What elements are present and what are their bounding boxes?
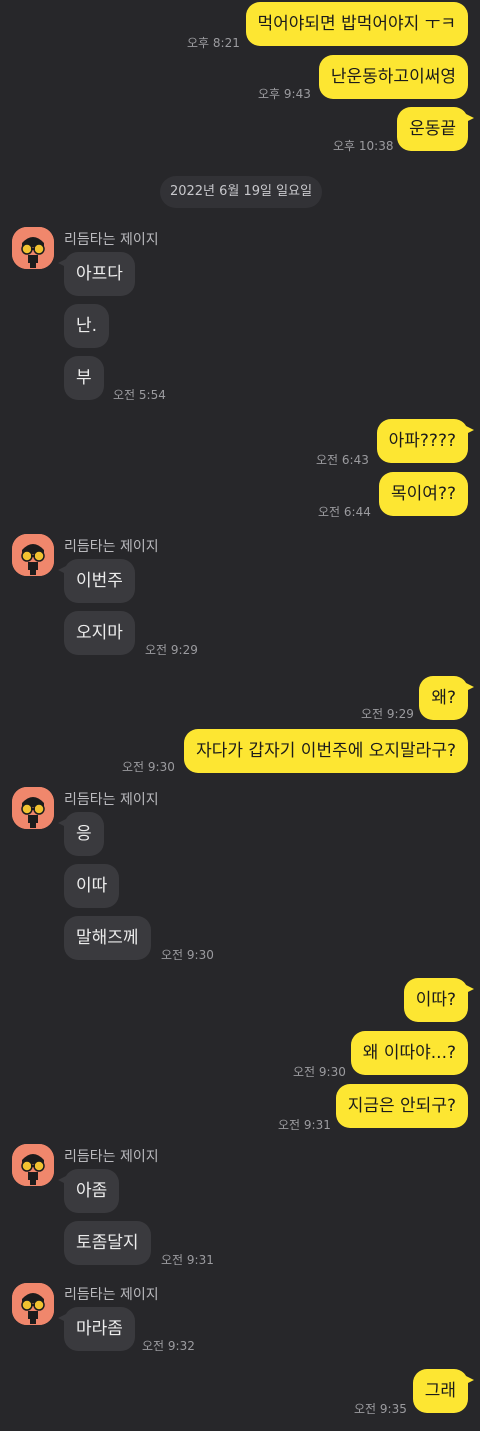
message-time: 오후 10:38 — [333, 139, 394, 153]
sender-name: 리듬타는 제이지 — [64, 792, 159, 808]
message-bubble-received[interactable]: 말해즈께 — [64, 916, 151, 960]
sender-name: 리듬타는 제이지 — [64, 1149, 159, 1165]
message-bubble-sent[interactable]: 난운동하고이써영 — [318, 55, 468, 99]
message-time: 오전 5:54 — [113, 388, 166, 402]
message-bubble-sent[interactable]: 왜 이따야...? — [350, 1031, 468, 1075]
message-bubble-sent[interactable]: 목이여?? — [379, 472, 468, 516]
message-bubble-received[interactable]: 마라좀 — [58, 1307, 135, 1351]
message-time: 오전 9:30 — [293, 1065, 346, 1079]
message-bubble-received[interactable]: 응 — [58, 812, 104, 856]
sender-avatar[interactable] — [12, 227, 54, 269]
message-time: 오전 9:32 — [142, 1339, 195, 1353]
message-bubble-sent[interactable]: 지금은 안되구? — [335, 1084, 468, 1128]
message-bubble-sent[interactable]: 왜? — [419, 676, 474, 720]
message-bubble-sent[interactable]: 아파???? — [376, 419, 475, 463]
character-avatar-icon — [12, 1283, 54, 1325]
sender-avatar[interactable] — [12, 1283, 54, 1325]
message-bubble-sent[interactable]: 이따? — [403, 978, 475, 1022]
message-bubble-received[interactable]: 오지마 — [64, 611, 135, 655]
sender-name: 리듬타는 제이지 — [64, 1287, 159, 1303]
message-time: 오전 9:31 — [161, 1253, 214, 1267]
message-time: 오전 9:30 — [161, 948, 214, 962]
message-time: 오후 8:21 — [187, 36, 240, 50]
message-bubble-received[interactable]: 이번주 — [58, 559, 135, 603]
message-bubble-sent[interactable]: 먹어야되면 밥먹어야지 ㅜㅋ — [245, 2, 468, 46]
message-bubble-received[interactable]: 이따 — [64, 864, 120, 908]
sender-avatar[interactable] — [12, 787, 54, 829]
character-avatar-icon — [12, 1144, 54, 1186]
message-bubble-received[interactable]: 아좀 — [57, 1169, 120, 1213]
sender-name: 리듬타는 제이지 — [64, 539, 159, 555]
character-avatar-icon — [12, 227, 54, 269]
message-bubble-received[interactable]: 토좀달지 — [64, 1221, 151, 1265]
sender-name: 리듬타는 제이지 — [64, 232, 159, 248]
message-time: 오후 9:43 — [258, 87, 311, 101]
character-avatar-icon — [12, 534, 54, 576]
character-avatar-icon — [12, 787, 54, 829]
message-time: 오전 6:43 — [316, 453, 369, 467]
message-time: 오전 9:30 — [122, 760, 175, 774]
message-bubble-sent[interactable]: 자다가 갑자기 이번주에 오지말라구? — [184, 729, 468, 773]
message-time: 오전 9:29 — [361, 707, 414, 721]
message-bubble-received[interactable]: 아프다 — [58, 252, 135, 296]
message-bubble-received[interactable]: 난. — [64, 304, 110, 348]
sender-avatar[interactable] — [12, 1144, 54, 1186]
message-bubble-received[interactable]: 부 — [64, 356, 104, 400]
message-time: 오전 9:29 — [145, 643, 198, 657]
message-bubble-sent[interactable]: 그래 — [412, 1369, 475, 1413]
message-time: 오전 9:31 — [278, 1118, 331, 1132]
message-time: 오전 9:35 — [354, 1402, 407, 1416]
message-time: 오전 6:44 — [318, 505, 371, 519]
sender-avatar[interactable] — [12, 534, 54, 576]
message-bubble-sent[interactable]: 운동끝 — [397, 107, 474, 151]
date-divider: 2022년 6월 19일 일요일 — [160, 176, 322, 208]
